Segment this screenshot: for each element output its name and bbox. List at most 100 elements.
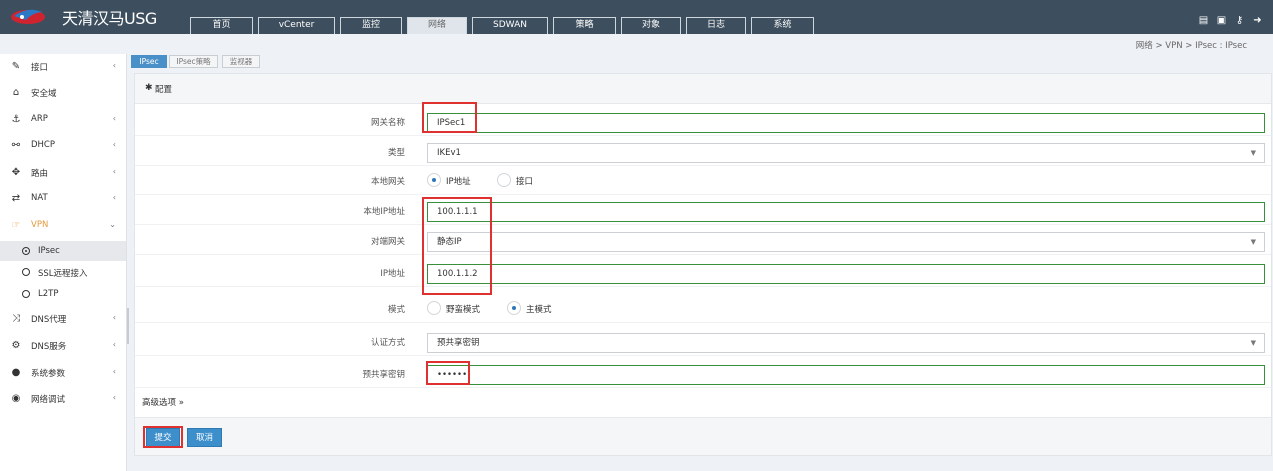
psk-input[interactable]: •••••• [427, 365, 1265, 385]
sidebar-subitem-label: IPsec [38, 246, 60, 256]
sidebar-item-interface[interactable]: ✎ 接口 ‹ [0, 54, 126, 80]
sidebar-item-nat[interactable]: ⇄ NAT ‹ [0, 186, 126, 212]
peer-gateway-label: 对端网关 [370, 237, 405, 247]
logout-icon[interactable]: ➜ [1252, 15, 1263, 26]
sidebar-item-dns-service[interactable]: ⚙ DNS服务 ‹ [0, 333, 126, 359]
nav-tab-vcenter[interactable]: vCenter [258, 17, 335, 34]
nav-tab-log[interactable]: 日志 [686, 17, 746, 34]
sidebar-item-system-params[interactable]: ● 系统参数 ‹ [0, 360, 126, 386]
app-title: 天清汉马USG [62, 9, 157, 28]
panel-title: 配置 [155, 85, 173, 95]
sidebar-item-route[interactable]: ✥ 路由 ‹ [0, 160, 126, 186]
radio-checked-icon [427, 173, 441, 187]
sidebar-item-vpn[interactable]: ☞ VPN ⌄ [0, 213, 126, 239]
globe-icon: ● [11, 367, 21, 378]
chevron-down-icon: ⌄ [109, 220, 116, 229]
sidebar-item-dns-proxy[interactable]: ⤨ DNS代理 ‹ [0, 306, 126, 332]
sidebar-item-label: NAT [31, 193, 48, 203]
bank-icon: ⌂ [12, 87, 20, 98]
top-bar: 天清汉马USG 首页 vCenter 监控 网络 SDWAN 策略 对象 日志 … [0, 0, 1273, 34]
config-panel: ✱ 配置 网关名称 IPSec1 类型 IKEv1 ▼ 本地网关 IP地址 接口… [134, 73, 1272, 456]
chevron-left-icon: ‹ [112, 367, 116, 376]
mode-label: 模式 [387, 305, 405, 315]
highlight-box-gateway-name [422, 102, 477, 133]
sidebar-item-label: DNS代理 [31, 315, 67, 325]
row-peer-gateway: 对端网关 静态IP ▼ [135, 225, 1271, 255]
chevron-left-icon: ‹ [112, 313, 116, 322]
nav-tab-sdwan[interactable]: SDWAN [472, 17, 548, 34]
sidebar-item-label: ARP [31, 114, 48, 124]
nav-tab-policy[interactable]: 策略 [553, 17, 616, 34]
local-ip-label: 本地IP地址 [363, 207, 405, 217]
chevron-left-icon: ‹ [112, 167, 116, 176]
peer-gateway-select[interactable]: 静态IP ▼ [427, 232, 1265, 252]
caret-down-icon: ▼ [1250, 238, 1256, 246]
form-footer: 提交 取消 [135, 417, 1271, 455]
save-icon[interactable]: ▣ [1216, 15, 1227, 26]
arp-icon: ⚓ [11, 114, 21, 125]
advanced-options-link[interactable]: 高级选项 » [142, 396, 184, 408]
sidebar-item-security-zone[interactable]: ⌂ 安全域 [0, 80, 126, 106]
tab-monitor[interactable]: 监视器 [222, 55, 260, 68]
circle-icon [22, 268, 30, 276]
auth-method-select[interactable]: 预共享密钥 ▼ [427, 333, 1265, 353]
highlight-box-submit [143, 426, 183, 448]
sidebar-subitem-l2tp[interactable]: L2TP [0, 284, 126, 304]
radio-label: 主模式 [526, 305, 552, 315]
target-icon: ◉ [11, 393, 21, 404]
arrows-icon: ✥ [11, 167, 21, 178]
sidebar-item-arp[interactable]: ⚓ ARP ‹ [0, 107, 126, 133]
auth-method-label: 认证方式 [370, 338, 405, 348]
breadcrumb-bar: 网络 > VPN > IPsec : IPsec [0, 34, 1273, 54]
sidebar-item-dhcp[interactable]: ⚯ DHCP ‹ [0, 133, 126, 159]
radio-label: IP地址 [446, 177, 471, 187]
caret-down-icon: ▼ [1250, 149, 1256, 157]
local-ip-input[interactable]: 100.1.1.1 [427, 202, 1265, 222]
chevron-left-icon: ‹ [112, 114, 116, 123]
type-label: 类型 [387, 148, 405, 158]
tab-ipsec[interactable]: IPsec [131, 55, 167, 68]
exchange-icon: ⇄ [11, 193, 21, 204]
sidebar-subitem-label: SSL远程接入 [38, 269, 88, 279]
type-select-value: IKEv1 [437, 148, 461, 158]
sidebar-subitem-ssl-remote[interactable]: SSL远程接入 [0, 262, 126, 282]
sidebar-item-label: 接口 [31, 63, 49, 73]
document-icon[interactable]: ▤ [1198, 15, 1209, 26]
plug-icon: ✎ [11, 61, 21, 72]
sidebar-item-label: 网络调试 [31, 395, 66, 405]
highlight-box-psk [426, 361, 470, 385]
circle-icon [22, 290, 30, 298]
ip-address-input[interactable]: 100.1.1.2 [427, 264, 1265, 284]
local-gateway-label: 本地网关 [370, 177, 405, 187]
tab-ipsec-policy[interactable]: IPsec策略 [169, 55, 218, 68]
breadcrumb: 网络 > VPN > IPsec : IPsec [1135, 41, 1247, 51]
nav-tab-home[interactable]: 首页 [190, 17, 253, 34]
highlight-box-ip-fields [422, 197, 492, 295]
radio-unchecked-icon [497, 173, 511, 187]
nav-tab-system[interactable]: 系统 [751, 17, 814, 34]
nav-tab-object[interactable]: 对象 [621, 17, 681, 34]
sitemap-icon: ⚯ [11, 140, 21, 151]
sidebar-item-label: VPN [31, 220, 49, 230]
brand-logo-icon [11, 9, 45, 24]
key-icon[interactable]: ⚷ [1234, 15, 1245, 26]
nav-tab-network[interactable]: 网络 [407, 17, 467, 34]
row-local-ip: 本地IP地址 100.1.1.1 [135, 195, 1271, 225]
sidebar: ✎ 接口 ‹ ⌂ 安全域 ⚓ ARP ‹ ⚯ DHCP ‹ ✥ 路由 ‹ ⇄ N… [0, 54, 127, 471]
sidebar-item-label: 路由 [31, 169, 49, 179]
gateway-name-input[interactable]: IPSec1 [427, 113, 1265, 133]
caret-down-icon: ▼ [1250, 339, 1256, 347]
type-select[interactable]: IKEv1 ▼ [427, 143, 1265, 163]
sidebar-item-network-debug[interactable]: ◉ 网络调试 ‹ [0, 386, 126, 412]
sidebar-subitem-ipsec[interactable]: IPsec [0, 241, 126, 261]
sidebar-subitem-label: L2TP [38, 289, 59, 299]
cogs-icon: ⚙ [11, 340, 21, 351]
sidebar-scrollbar[interactable] [127, 308, 129, 344]
cancel-button[interactable]: 取消 [187, 428, 222, 447]
row-type: 类型 IKEv1 ▼ [135, 136, 1271, 166]
row-mode: 模式 野蛮模式 主模式 [135, 293, 1271, 323]
chevron-left-icon: ‹ [112, 61, 116, 70]
sidebar-item-label: 系统参数 [31, 369, 66, 379]
nav-tab-monitor[interactable]: 监控 [340, 17, 402, 34]
radio-checked-icon [507, 301, 521, 315]
